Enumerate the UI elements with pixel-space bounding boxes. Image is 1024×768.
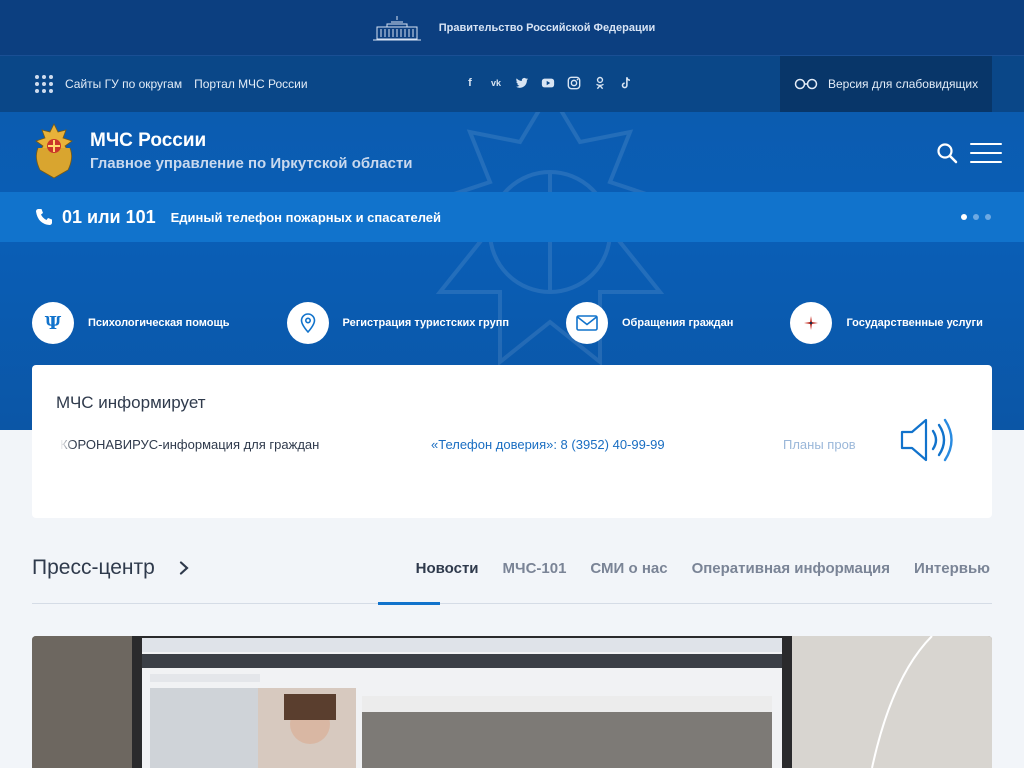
- news-photo[interactable]: [32, 636, 992, 768]
- speaker-icon[interactable]: [900, 417, 954, 463]
- regional-sites-link[interactable]: Сайты ГУ по округам: [65, 77, 182, 91]
- social-links: f vk: [463, 76, 633, 90]
- active-tab-indicator: [378, 602, 440, 605]
- ticker-item[interactable]: «Телефон доверия»: 8 (3952) 40-99-99: [431, 437, 665, 452]
- mchs-informs-card: МЧС информирует КОРОНАВИРУС-информация д…: [32, 365, 992, 518]
- menu-icon[interactable]: [970, 143, 1002, 163]
- tab-mchs-101[interactable]: МЧС-101: [503, 560, 567, 577]
- instagram-icon[interactable]: [567, 76, 581, 90]
- slider-dots: [961, 214, 991, 220]
- tab-operational-info[interactable]: Оперативная информация: [692, 560, 890, 577]
- news-ticker: КОРОНАВИРУС-информация для граждан «Теле…: [60, 437, 890, 457]
- ticker-item[interactable]: Планы пров: [783, 437, 856, 452]
- top-navigation: Сайты ГУ по округам Портал МЧС России f …: [0, 56, 1024, 112]
- service-label: Государственные услуги: [846, 317, 983, 329]
- ticker-item[interactable]: КОРОНАВИРУС-информация для граждан: [60, 437, 319, 452]
- service-label: Обращения граждан: [622, 317, 734, 329]
- mchs-emblem-icon: [35, 123, 73, 179]
- slider-dot[interactable]: [973, 214, 979, 220]
- odnoklassniki-icon[interactable]: [593, 76, 607, 90]
- vk-icon[interactable]: vk: [489, 76, 503, 90]
- emergency-description: Единый телефон пожарных и спасателей: [170, 209, 442, 225]
- phone-icon: [36, 209, 52, 225]
- location-pin-icon: [286, 302, 329, 344]
- tiktok-icon[interactable]: [619, 76, 633, 90]
- service-citizen-appeals[interactable]: Обращения граждан: [566, 302, 733, 344]
- youtube-icon[interactable]: [541, 76, 555, 90]
- press-center-title[interactable]: Пресс-центр: [32, 556, 189, 580]
- twitter-icon[interactable]: [515, 76, 529, 90]
- brand-subtitle: Главное управление по Иркутской области: [90, 155, 413, 172]
- service-label: Психологическая помощь: [88, 317, 230, 329]
- site-logo[interactable]: МЧС России Главное управление по Иркутск…: [32, 122, 413, 180]
- service-state-services[interactable]: Государственные услуги: [790, 302, 983, 344]
- portal-link[interactable]: Портал МЧС России: [194, 77, 308, 91]
- search-icon[interactable]: [936, 142, 958, 164]
- tab-media-about-us[interactable]: СМИ о нас: [590, 560, 667, 577]
- tab-news[interactable]: Новости: [416, 560, 479, 577]
- press-tabs: Новости МЧС-101 СМИ о нас Оперативная ин…: [416, 560, 990, 577]
- service-tourist-registration[interactable]: Регистрация туристских групп: [286, 302, 509, 344]
- slider-dot[interactable]: [961, 214, 967, 220]
- accessibility-version-button[interactable]: Версия для слабовидящих: [780, 56, 992, 112]
- service-label: Регистрация туристских групп: [342, 317, 509, 329]
- compass-star-icon: [790, 302, 833, 344]
- government-link[interactable]: Правительство Российской Федерации: [439, 22, 656, 34]
- brand-title: МЧС России: [90, 130, 207, 151]
- emergency-number: 01 или 101: [62, 206, 156, 227]
- facebook-icon[interactable]: f: [463, 76, 477, 90]
- service-psychological-help[interactable]: Ψ Психологическая помощь: [32, 302, 230, 344]
- government-bar[interactable]: Правительство Российской Федерации: [0, 0, 1024, 56]
- government-building-icon: [372, 15, 421, 40]
- press-center: Пресс-центр Новости МЧС-101 СМИ о нас Оп…: [32, 548, 992, 605]
- emergency-phone-bar: 01 или 101 Единый телефон пожарных и спа…: [0, 192, 1024, 242]
- quick-services: Ψ Психологическая помощь Регистрация тур…: [32, 302, 992, 344]
- mail-icon: [566, 302, 608, 344]
- accessibility-label: Версия для слабовидящих: [828, 77, 979, 91]
- slider-dot[interactable]: [985, 214, 991, 220]
- press-title-text: Пресс-центр: [32, 556, 155, 579]
- glasses-icon: [794, 78, 818, 90]
- news-image: [32, 636, 992, 768]
- tab-interview[interactable]: Интервью: [914, 560, 990, 577]
- psi-icon: Ψ: [32, 302, 74, 344]
- apps-grid-icon[interactable]: [35, 75, 53, 93]
- chevron-right-icon: [179, 561, 189, 575]
- info-title: МЧС информирует: [56, 393, 206, 412]
